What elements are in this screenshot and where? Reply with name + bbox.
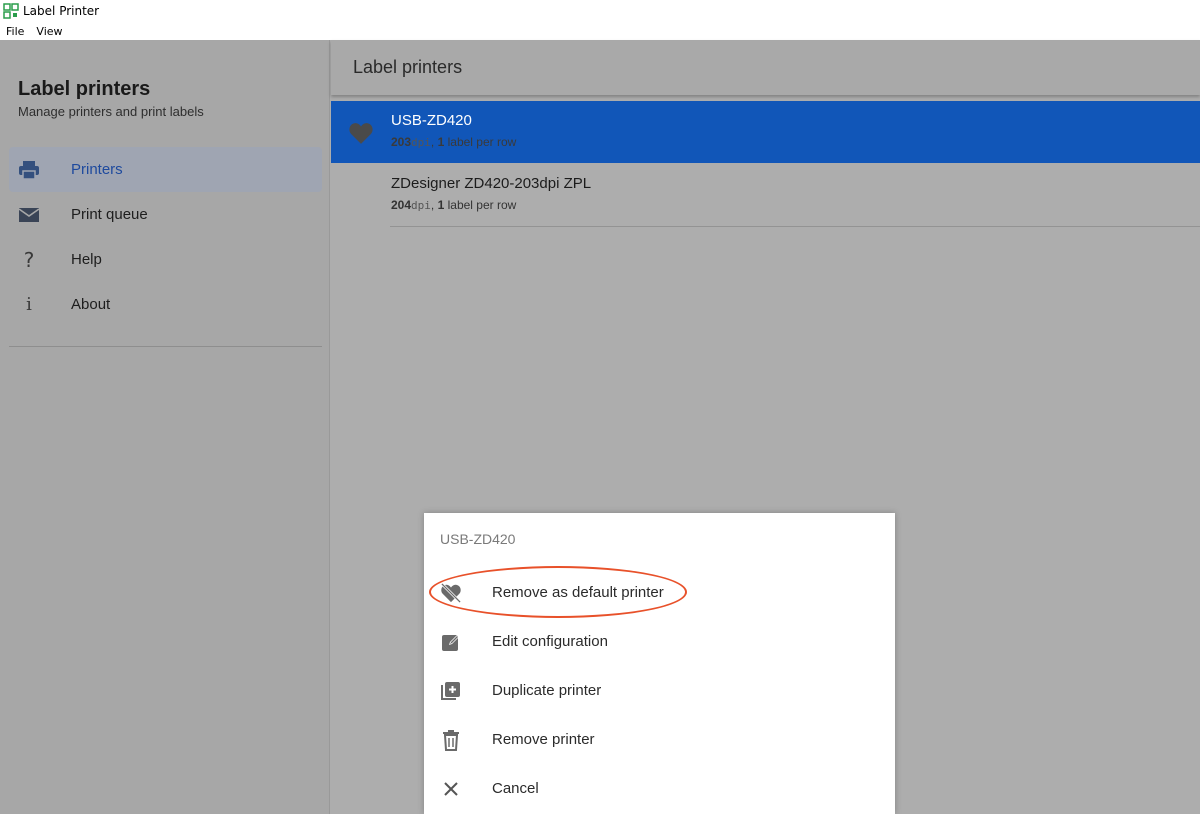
sidebar-item-printers[interactable]: Printers — [9, 147, 322, 192]
sidebar-item-label: Help — [71, 251, 102, 268]
dialog-item-label: Edit configuration — [492, 633, 608, 650]
printer-labels-suffix: label per row — [444, 198, 517, 212]
remove-default-button[interactable]: Remove as default printer — [424, 568, 895, 617]
window-title: Label Printer — [23, 4, 100, 18]
dialog-item-label: Duplicate printer — [492, 682, 602, 699]
printer-meta: 204dpi, 1 label per row — [391, 198, 517, 212]
question-icon: ? — [23, 247, 35, 272]
main-header: Label printers — [331, 40, 1200, 95]
dialog-item-label: Cancel — [492, 780, 539, 797]
menu-bar: File View — [0, 22, 1200, 40]
remove-printer-button[interactable]: Remove printer — [424, 715, 895, 764]
printer-row[interactable]: USB-ZD420 203dpi, 1 label per row — [331, 101, 1200, 163]
printer-meta: 203dpi, 1 label per row — [391, 135, 517, 149]
printer-icon — [18, 159, 40, 181]
dialog-title: USB-ZD420 — [440, 531, 516, 547]
info-icon: i — [26, 294, 32, 315]
printer-dpi-unit: dpi — [411, 136, 431, 149]
sidebar-item-label: About — [71, 296, 111, 313]
page-title: Label printers — [353, 57, 463, 77]
sidebar-item-label: Print queue — [71, 206, 148, 223]
sidebar-item-label: Printers — [71, 161, 123, 178]
printer-actions-dialog: USB-ZD420 Remove as default printer Edit… — [424, 513, 895, 814]
sidebar-item-about[interactable]: i About — [9, 282, 322, 327]
printer-name: ZDesigner ZD420-203dpi ZPL — [391, 175, 592, 192]
sidebar-subtitle: Manage printers and print labels — [18, 104, 204, 119]
sidebar-title: Label printers — [18, 78, 151, 100]
printer-dpi: 203 — [391, 135, 412, 149]
edit-configuration-button[interactable]: Edit configuration — [424, 617, 895, 666]
cancel-button[interactable]: Cancel — [424, 764, 895, 813]
close-icon — [439, 777, 463, 801]
heart-icon — [349, 123, 373, 144]
printer-name: USB-ZD420 — [391, 112, 472, 129]
title-bar: Label Printer — [0, 0, 1200, 22]
sidebar-item-print-queue[interactable]: Print queue — [9, 192, 322, 237]
mail-icon — [18, 204, 40, 226]
sidebar-divider — [9, 346, 322, 347]
sidebar-item-help[interactable]: ? Help — [9, 237, 322, 282]
printer-labels-suffix: label per row — [444, 135, 517, 149]
menu-file[interactable]: File — [0, 25, 30, 38]
menu-view[interactable]: View — [30, 25, 68, 38]
app-logo-icon — [3, 3, 19, 19]
printer-dpi: 204 — [391, 198, 412, 212]
duplicate-printer-button[interactable]: Duplicate printer — [424, 666, 895, 715]
duplicate-icon — [439, 679, 463, 703]
heart-off-icon — [439, 581, 463, 605]
sidebar: Label printers Manage printers and print… — [0, 40, 330, 814]
row-divider — [390, 226, 1200, 227]
trash-icon — [439, 728, 463, 752]
printer-dpi-unit: dpi — [411, 199, 431, 212]
dialog-item-label: Remove as default printer — [492, 584, 664, 601]
dialog-item-label: Remove printer — [492, 731, 595, 748]
printer-row[interactable]: ZDesigner ZD420-203dpi ZPL 204dpi, 1 lab… — [331, 164, 1200, 226]
edit-icon — [439, 630, 463, 654]
